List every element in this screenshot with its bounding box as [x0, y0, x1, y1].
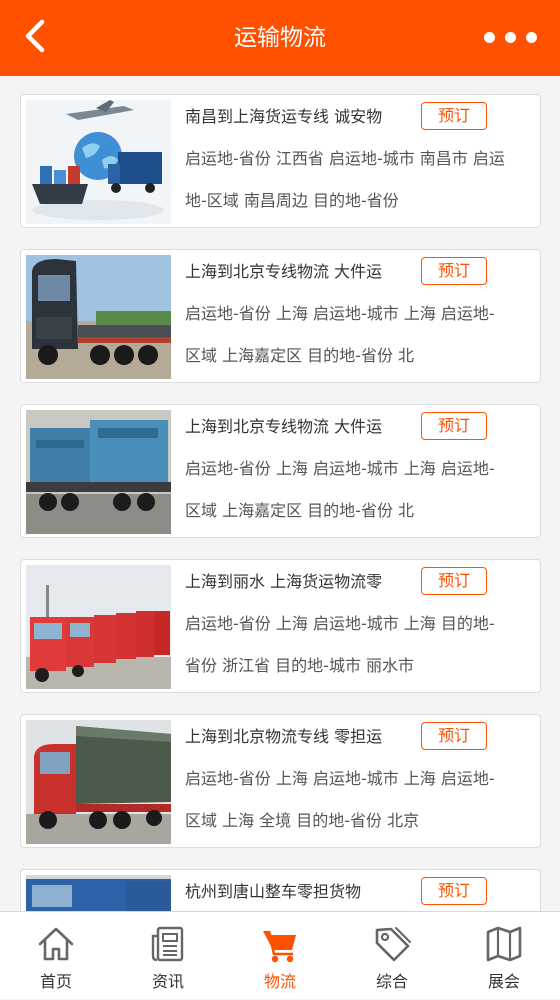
- page-title: 运输物流: [234, 25, 326, 51]
- news-icon: [151, 926, 184, 962]
- tab-label: 资讯: [151, 972, 184, 991]
- flatbed-machinery-image: [26, 410, 171, 534]
- list-item[interactable]: 杭州到唐山整车零担货物 预订: [20, 869, 541, 911]
- tab-news[interactable]: 资讯: [112, 912, 224, 1000]
- global-logistics-image: [26, 100, 171, 224]
- book-button[interactable]: 预订: [421, 722, 487, 750]
- listing-title[interactable]: 南昌到上海货运专线 诚安物: [185, 104, 417, 130]
- tab-logistics[interactable]: 物流: [224, 912, 336, 1000]
- list-item[interactable]: 南昌到上海货运专线 诚安物 预订 启运地-省份 江西省 启运地-城市 南昌市 启…: [20, 94, 541, 228]
- book-button[interactable]: 预订: [421, 412, 487, 440]
- tab-label: 展会: [487, 972, 520, 991]
- dark-truck-image: [26, 255, 171, 379]
- app-header: 运输物流: [0, 0, 560, 76]
- tab-home[interactable]: 首页: [0, 912, 112, 1000]
- list-item[interactable]: 上海到北京物流专线 零担运 预订 启运地-省份 上海 启运地-城市 上海 启运地…: [20, 714, 541, 848]
- listing-title[interactable]: 上海到北京物流专线 零担运: [185, 724, 417, 750]
- listing-description: 启运地-省份 上海 启运地-城市 上海 启运地-区域 上海 全境 目的地-省份 …: [185, 769, 495, 830]
- list-item[interactable]: 上海到北京专线物流 大件运 预订 启运地-省份 上海 启运地-城市 上海 启运地…: [20, 249, 541, 383]
- tab-label: 首页: [39, 972, 72, 991]
- blue-truck-image: [26, 875, 171, 911]
- listing-title[interactable]: 杭州到唐山整车零担货物: [185, 879, 417, 905]
- red-cargo-truck-image: [26, 720, 171, 844]
- map-icon: [486, 926, 522, 962]
- listing-title[interactable]: 上海到北京专线物流 大件运: [185, 259, 417, 285]
- listing-description: 启运地-省份 上海 启运地-城市 上海 启运地-区域 上海嘉定区 目的地-省份 …: [185, 304, 495, 365]
- listing-description: 启运地-省份 上海 启运地-城市 上海 目的地-省份 浙江省 目的地-城市 丽水…: [185, 614, 495, 675]
- list-item[interactable]: 上海到丽水 上海货运物流零 预订 启运地-省份 上海 启运地-城市 上海 目的地…: [20, 559, 541, 693]
- listing-title[interactable]: 上海到北京专线物流 大件运: [185, 414, 417, 440]
- book-button[interactable]: 预订: [421, 102, 487, 130]
- tag-icon: [375, 927, 411, 962]
- more-button[interactable]: [484, 24, 544, 52]
- logistics-list[interactable]: 南昌到上海货运专线 诚安物 预订 启运地-省份 江西省 启运地-城市 南昌市 启…: [0, 76, 560, 911]
- listing-description: 启运地-省份 上海 启运地-城市 上海 启运地-区域 上海嘉定区 目的地-省份 …: [185, 459, 495, 520]
- listing-description: 启运地-省份 江西省 启运地-城市 南昌市 启运地-区域 南昌周边 目的地-省份: [185, 149, 505, 210]
- tab-label: 综合: [375, 972, 408, 991]
- cart-icon: [263, 930, 296, 963]
- book-button[interactable]: 预订: [421, 257, 487, 285]
- bottom-tab-bar: 首页 资讯 物流 综合 展会: [0, 911, 560, 999]
- red-truck-fleet-image: [26, 565, 171, 689]
- tab-general[interactable]: 综合: [336, 912, 448, 1000]
- book-button[interactable]: 预订: [421, 567, 487, 595]
- book-button[interactable]: 预订: [421, 877, 487, 905]
- listing-title[interactable]: 上海到丽水 上海货运物流零: [185, 569, 417, 595]
- tab-label: 物流: [263, 972, 296, 991]
- home-icon: [38, 927, 74, 961]
- tab-exhibition[interactable]: 展会: [448, 912, 560, 1000]
- list-item[interactable]: 上海到北京专线物流 大件运 预订 启运地-省份 上海 启运地-城市 上海 启运地…: [20, 404, 541, 538]
